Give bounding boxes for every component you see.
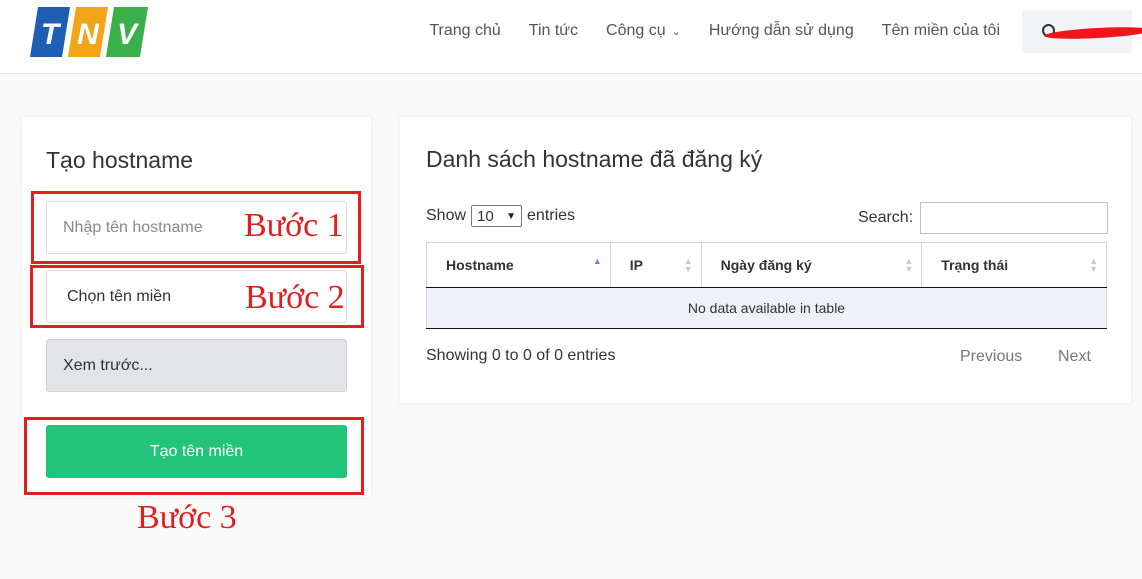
logo-letter-n: N (77, 18, 100, 51)
show-entries-control: Show 10 ▼ entries (426, 205, 575, 227)
hostname-list-card: Danh sách hostname đã đăng ký Show 10 ▼ … (400, 117, 1131, 403)
column-header-status[interactable]: Trạng thái ▲ ▼ (921, 242, 1107, 288)
step3-label: Bước 3 (137, 499, 237, 536)
nav-item-guide[interactable]: Hướng dẫn sử dụng (709, 22, 854, 40)
sort-icon: ▲ ▼ (683, 256, 693, 274)
nav-menu: Trang chủ Tin tức Công cụ ⌄ Hướng dẫn sử … (401, 0, 1142, 62)
sort-icon: ▲ ▼ (1089, 256, 1098, 274)
step2-label: Bước 2 (245, 279, 345, 316)
nav-item-tools[interactable]: Công cụ ⌄ (606, 22, 681, 40)
hostname-preview-value: Xem trước... (63, 356, 153, 374)
create-hostname-title: Tạo hostname (46, 147, 194, 173)
step3-highlight-box (24, 417, 364, 495)
nav-item-news[interactable]: Tin tức (529, 22, 578, 40)
search-input[interactable] (920, 202, 1109, 234)
hostname-table: Hostname ▲ IP ▲ ▼ Ngày đăng ký ▲ ▼ Trạng thái… (426, 242, 1107, 329)
nav-item-home[interactable]: Trang chủ (429, 22, 500, 40)
sort-icon: ▲ ▼ (904, 256, 914, 274)
dropdown-arrow-icon: ▼ (506, 210, 517, 222)
column-header-ip[interactable]: IP ▲ ▼ (609, 242, 702, 288)
hostname-list-title: Danh sách hostname đã đăng ký (426, 146, 763, 172)
table-search: Search: (858, 202, 1109, 234)
step1-label: Bước 1 (244, 207, 344, 244)
entries-per-page-select[interactable]: 10 ▼ (471, 205, 523, 227)
table-info: Showing 0 to 0 of 0 entries (426, 347, 616, 364)
column-header-hostname[interactable]: Hostname ▲ (426, 242, 611, 288)
user-account-menu[interactable] (1022, 9, 1142, 53)
table-row: No data available in table (426, 287, 1107, 329)
next-page-button[interactable]: Next (1058, 348, 1091, 366)
tnv-logo[interactable]: T N V (28, 7, 150, 57)
empty-table-message: No data available in table (426, 287, 1107, 329)
previous-page-button[interactable]: Previous (960, 348, 1022, 366)
redaction-scribble (1043, 24, 1142, 41)
search-label: Search: (858, 209, 914, 226)
logo-letter-v: V (117, 18, 140, 51)
sort-asc-icon: ▲ (592, 256, 602, 266)
chevron-down-icon: ⌄ (671, 25, 681, 38)
top-navbar: T N V Trang chủ Tin tức Công cụ ⌄ Hướng d… (0, 0, 1142, 74)
nav-item-my-domains[interactable]: Tên miền của tôi (882, 22, 1000, 40)
column-header-registered-date[interactable]: Ngày đăng ký ▲ ▼ (700, 242, 922, 288)
hostname-preview-field: Xem trước... (46, 339, 347, 392)
logo-letter-t: T (41, 18, 62, 51)
